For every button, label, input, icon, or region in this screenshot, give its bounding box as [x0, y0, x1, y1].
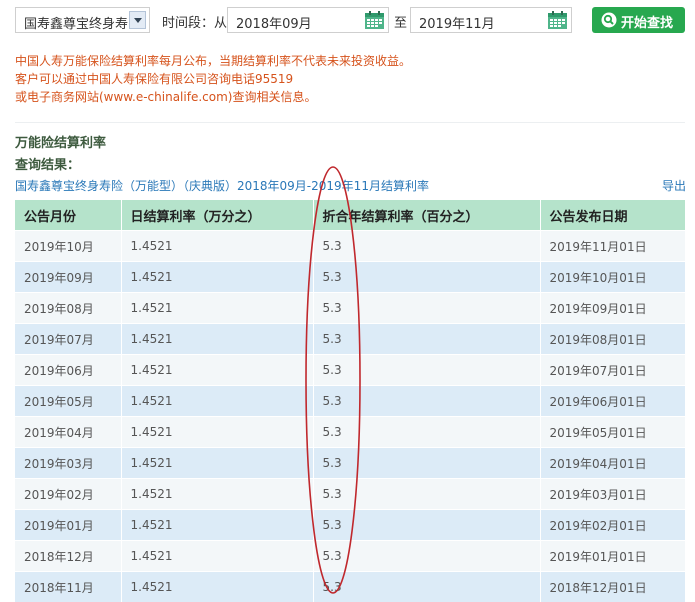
cell-annual-rate: 5.3 — [313, 448, 540, 479]
cell-daily-rate: 1.4521 — [121, 355, 313, 386]
cell-annual-rate: 5.3 — [313, 386, 540, 417]
cell-daily-rate: 1.4521 — [121, 572, 313, 602]
cell-publish-date: 2019年02月01日 — [540, 510, 685, 541]
cell-month: 2019年06月 — [15, 355, 121, 386]
result-label: 查询结果： — [15, 154, 80, 173]
to-label: 至 — [394, 12, 407, 31]
cell-month: 2019年05月 — [15, 386, 121, 417]
cell-publish-date: 2019年11月01日 — [540, 231, 685, 262]
cell-month: 2018年12月 — [15, 541, 121, 572]
table-row: 2019年08月 1.4521 5.3 2019年09月01日 — [15, 293, 685, 324]
cell-month: 2019年03月 — [15, 448, 121, 479]
notice-line: 中国人寿万能保险结算利率每月公布，当期结算利率不代表未来投资收益。 — [15, 52, 685, 70]
cell-annual-rate: 5.3 — [313, 355, 540, 386]
start-date-field[interactable]: 2018年09月 — [227, 7, 389, 33]
end-date-value: 2019年11月 — [419, 13, 495, 32]
rate-notice: 中国人寿万能保险结算利率每月公布，当期结算利率不代表未来投资收益。 客户可以通过… — [15, 52, 685, 106]
header-month: 公告月份 — [15, 200, 121, 231]
cell-annual-rate: 5.3 — [313, 417, 540, 448]
header-annual-rate: 折合年结算利率（百分之） — [313, 200, 540, 231]
cell-daily-rate: 1.4521 — [121, 510, 313, 541]
cell-annual-rate: 5.3 — [313, 262, 540, 293]
cell-publish-date: 2019年09月01日 — [540, 293, 685, 324]
cell-month: 2018年11月 — [15, 572, 121, 602]
cell-annual-rate: 5.3 — [313, 479, 540, 510]
cell-daily-rate: 1.4521 — [121, 479, 313, 510]
cell-publish-date: 2019年03月01日 — [540, 479, 685, 510]
cell-daily-rate: 1.4521 — [121, 448, 313, 479]
query-toolbar: 国寿鑫尊宝终身寿 时间段：从 2018年09月 至 2019年11月 — [15, 7, 685, 35]
table-row: 2019年03月 1.4521 5.3 2019年04月01日 — [15, 448, 685, 479]
rates-table: 公告月份 日结算利率（万分之） 折合年结算利率（百分之） 公告发布日期 2019… — [15, 200, 686, 602]
product-select-value: 国寿鑫尊宝终身寿 — [24, 13, 129, 32]
cell-publish-date: 2019年05月01日 — [540, 417, 685, 448]
cell-month: 2019年01月 — [15, 510, 121, 541]
cell-daily-rate: 1.4521 — [121, 324, 313, 355]
cell-publish-date: 2019年07月01日 — [540, 355, 685, 386]
table-row: 2019年02月 1.4521 5.3 2019年03月01日 — [15, 479, 685, 510]
cell-publish-date: 2019年06月01日 — [540, 386, 685, 417]
cell-daily-rate: 1.4521 — [121, 262, 313, 293]
table-row: 2018年12月 1.4521 5.3 2019年01月01日 — [15, 541, 685, 572]
table-row: 2018年11月 1.4521 5.3 2018年12月01日 — [15, 572, 685, 602]
cell-month: 2019年04月 — [15, 417, 121, 448]
table-row: 2019年10月 1.4521 5.3 2019年11月01日 — [15, 231, 685, 262]
export-link[interactable]: 导出 — [662, 177, 686, 194]
product-select[interactable]: 国寿鑫尊宝终身寿 — [15, 7, 150, 33]
cell-month: 2019年10月 — [15, 231, 121, 262]
start-date-value: 2018年09月 — [236, 13, 312, 32]
search-button[interactable]: 开始查找 — [592, 7, 685, 33]
cell-annual-rate: 5.3 — [313, 510, 540, 541]
result-caption: 国寿鑫尊宝终身寿险（万能型）（庆典版）2018年09月-2019年11月结算利率 — [15, 177, 429, 194]
cell-month: 2019年09月 — [15, 262, 121, 293]
search-icon — [601, 12, 617, 28]
period-label: 时间段：从 — [162, 12, 227, 31]
cell-daily-rate: 1.4521 — [121, 231, 313, 262]
table-row: 2019年04月 1.4521 5.3 2019年05月01日 — [15, 417, 685, 448]
header-publish-date: 公告发布日期 — [540, 200, 685, 231]
cell-daily-rate: 1.4521 — [121, 541, 313, 572]
cell-publish-date: 2018年12月01日 — [540, 572, 685, 602]
notice-line: 客户可以通过中国人寿保险有限公司咨询电话95519 — [15, 70, 685, 88]
cell-annual-rate: 5.3 — [313, 324, 540, 355]
cell-month: 2019年02月 — [15, 479, 121, 510]
cell-daily-rate: 1.4521 — [121, 293, 313, 324]
table-row: 2019年01月 1.4521 5.3 2019年02月01日 — [15, 510, 685, 541]
table-row: 2019年05月 1.4521 5.3 2019年06月01日 — [15, 386, 685, 417]
cell-publish-date: 2019年04月01日 — [540, 448, 685, 479]
end-date-field[interactable]: 2019年11月 — [410, 7, 572, 33]
calendar-icon[interactable] — [547, 10, 568, 30]
cell-annual-rate: 5.3 — [313, 293, 540, 324]
cell-daily-rate: 1.4521 — [121, 386, 313, 417]
search-button-label: 开始查找 — [621, 12, 673, 31]
cell-month: 2019年07月 — [15, 324, 121, 355]
cell-month: 2019年08月 — [15, 293, 121, 324]
chevron-down-icon[interactable] — [129, 11, 146, 29]
table-row: 2019年06月 1.4521 5.3 2019年07月01日 — [15, 355, 685, 386]
table-row: 2019年09月 1.4521 5.3 2019年10月01日 — [15, 262, 685, 293]
section-title: 万能险结算利率 — [15, 132, 106, 151]
header-daily-rate: 日结算利率（万分之） — [121, 200, 313, 231]
cell-publish-date: 2019年10月01日 — [540, 262, 685, 293]
table-header-row: 公告月份 日结算利率（万分之） 折合年结算利率（百分之） 公告发布日期 — [15, 200, 685, 231]
cell-publish-date: 2019年01月01日 — [540, 541, 685, 572]
divider — [15, 122, 685, 123]
cell-annual-rate: 5.3 — [313, 572, 540, 602]
cell-annual-rate: 5.3 — [313, 231, 540, 262]
table-row: 2019年07月 1.4521 5.3 2019年08月01日 — [15, 324, 685, 355]
notice-line: 或电子商务网站(www.e-chinalife.com)查询相关信息。 — [15, 88, 685, 106]
cell-daily-rate: 1.4521 — [121, 417, 313, 448]
calendar-icon[interactable] — [364, 10, 385, 30]
cell-publish-date: 2019年08月01日 — [540, 324, 685, 355]
cell-annual-rate: 5.3 — [313, 541, 540, 572]
